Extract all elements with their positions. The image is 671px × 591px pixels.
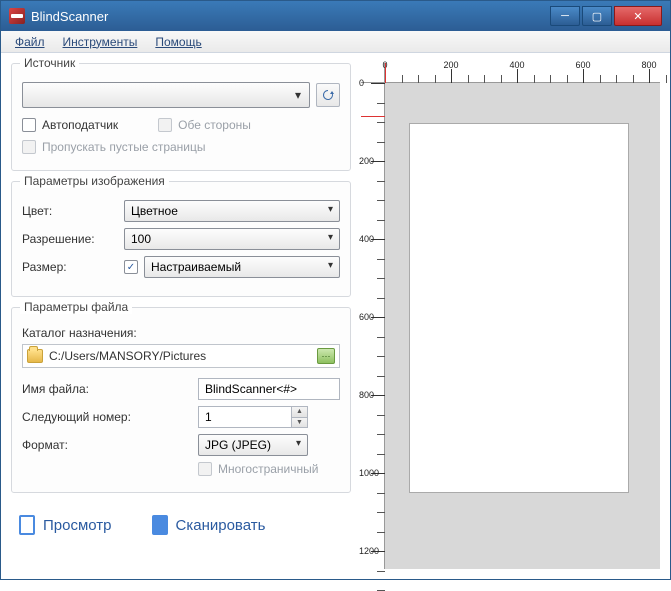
size-label: Размер: [22,260,118,274]
preview-icon [19,515,35,535]
skip-blank-label: Пропускать пустые страницы [42,140,206,154]
resolution-select[interactable]: 100 [124,228,340,250]
duplex-checkbox [158,118,172,132]
ruler-origin [361,63,385,83]
nextnum-input[interactable]: 1 ▲▼ [198,406,308,428]
action-row: Просмотр Сканировать [11,503,351,539]
color-label: Цвет: [22,204,118,218]
source-select[interactable] [22,82,310,108]
refresh-sources-button[interactable] [316,83,340,107]
filename-label: Имя файла: [22,382,192,396]
preview-button[interactable]: Просмотр [19,515,112,535]
window-controls: ─ ▢ ✕ [548,6,662,26]
image-group-title: Параметры изображения [20,174,169,188]
color-select[interactable]: Цветное [124,200,340,222]
source-group-title: Источник [20,56,79,70]
filename-input[interactable]: BlindScanner<#> [198,378,340,400]
scan-button[interactable]: Сканировать [152,515,266,535]
close-button[interactable]: ✕ [614,6,662,26]
titlebar: BlindScanner ─ ▢ ✕ [1,1,670,31]
browse-button[interactable]: ⋯ [317,348,335,364]
app-window: BlindScanner ─ ▢ ✕ Файл Инструменты Помо… [0,0,671,580]
minimize-button[interactable]: ─ [550,6,580,26]
file-params-group: Параметры файла Каталог назначения: C:/U… [11,307,351,493]
window-title: BlindScanner [31,9,548,24]
v-position-marker [361,116,385,117]
resolution-label: Разрешение: [22,232,118,246]
content-area: Источник Автоподатчик Обе стороны [1,53,670,579]
menubar: Файл Инструменты Помощь [1,31,670,53]
multipage-checkbox [198,462,212,476]
file-group-title: Параметры файла [20,300,132,314]
vertical-ruler: 020040060080010001200 [361,83,385,569]
scan-icon [152,515,168,535]
horizontal-ruler: 0200400600800 [385,63,660,83]
canvas-area[interactable] [385,83,660,569]
menu-tools[interactable]: Инструменты [55,33,146,51]
left-pane: Источник Автоподатчик Обе стороны [11,63,351,569]
duplex-label: Обе стороны [178,118,251,132]
image-params-group: Параметры изображения Цвет: Цветное Разр… [11,181,351,297]
app-icon [9,8,25,24]
dest-label: Каталог назначения: [22,326,340,340]
h-position-marker [385,63,386,83]
menu-file[interactable]: Файл [7,33,53,51]
size-select[interactable]: Настраиваемый [144,256,340,278]
source-group: Источник Автоподатчик Обе стороны [11,63,351,171]
preview-pane: 0200400600800 020040060080010001200 [361,63,660,569]
dest-path-box: C:/Users/MANSORY/Pictures ⋯ [22,344,340,368]
refresh-icon [321,88,335,102]
autofeeder-label: Автоподатчик [42,118,118,132]
maximize-button[interactable]: ▢ [582,6,612,26]
spin-buttons[interactable]: ▲▼ [291,407,307,427]
dest-path: C:/Users/MANSORY/Pictures [49,349,311,363]
folder-icon [27,349,43,363]
size-custom-checkbox[interactable] [124,260,138,274]
menu-help[interactable]: Помощь [147,33,209,51]
nextnum-label: Следующий номер: [22,410,192,424]
scan-page[interactable] [409,123,629,493]
format-label: Формат: [22,438,192,452]
format-select[interactable]: JPG (JPEG) [198,434,308,456]
skip-blank-checkbox [22,140,36,154]
autofeeder-checkbox[interactable] [22,118,36,132]
multipage-label: Многостраничный [218,462,318,476]
